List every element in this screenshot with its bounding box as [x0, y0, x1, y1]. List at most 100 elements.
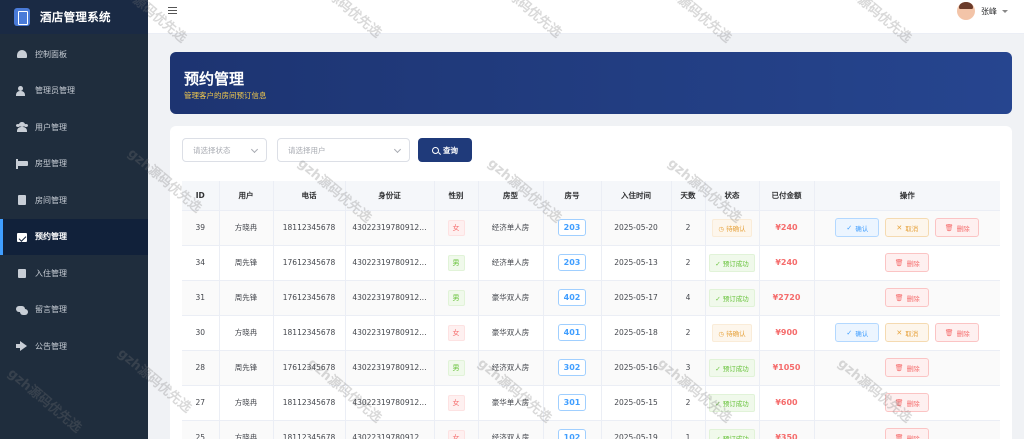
action-label: 删除 [956, 224, 970, 233]
chat-icon [16, 305, 28, 315]
hamburger-menu-icon[interactable] [168, 7, 177, 14]
check-icon: ✓ [715, 399, 723, 408]
cell-idcard: 43022319780912… [345, 350, 435, 386]
clock-icon: ◷ [718, 329, 727, 338]
confirm-button[interactable]: ✓ 确认 [835, 218, 880, 237]
cell-days: 1 [671, 420, 706, 439]
room-number-badge: 402 [557, 289, 587, 306]
cell-idcard: 43022319780912… [345, 315, 435, 351]
sidebar-item-label: 留言管理 [35, 305, 67, 315]
column-header: 身份证 [345, 181, 435, 211]
cancel-button[interactable]: ✕ 取消 [885, 218, 930, 237]
user-name: 张峰 [981, 6, 997, 16]
column-header: ID [182, 181, 220, 211]
cell-idcard: 43022319780912… [345, 280, 435, 316]
cell-checkin: 2025-05-20 [601, 210, 672, 246]
cell-room-no: 301 [543, 385, 602, 421]
delete-button[interactable]: 🗑 删除 [885, 253, 930, 272]
cell-room-type: 豪华单人房 [478, 385, 544, 421]
cell-actions: ✓ 确认 ✕ 取消 🗑 删除 [814, 315, 1000, 351]
delete-button[interactable]: 🗑 删除 [885, 358, 930, 377]
trash-icon: 🗑 [894, 293, 904, 302]
sidebar-item[interactable]: 预约管理 [0, 218, 148, 255]
action-buttons: 🗑 删除 [815, 358, 1001, 377]
sidebar-item[interactable]: 公告管理 [0, 328, 148, 365]
cell-status: ✓ 预订成功 [705, 245, 760, 281]
delete-button[interactable]: 🗑 删除 [885, 288, 930, 307]
table-body: 39 方晓冉 18112345678 43022319780912… 女经济单人房 203… [182, 210, 1000, 439]
user-select[interactable]: 请选择用户 [277, 138, 410, 162]
gender-tag: 女 [447, 394, 465, 411]
action-label: 删除 [906, 399, 920, 408]
column-header: 用户 [219, 181, 274, 211]
cell-id: 31 [182, 280, 220, 316]
sidebar-item[interactable]: 留言管理 [0, 292, 148, 329]
delete-button[interactable]: 🗑 删除 [935, 323, 980, 342]
cell-checkin: 2025-05-19 [601, 420, 672, 439]
gender-tag: 男 [447, 359, 465, 376]
cell-room-no: 401 [543, 315, 602, 351]
column-header: 已付金额 [759, 181, 815, 211]
delete-button[interactable]: 🗑 删除 [935, 218, 980, 237]
user-dropdown[interactable]: 张峰 [957, 0, 1008, 22]
sidebar-item-label: 房间管理 [35, 195, 67, 205]
sidebar-item[interactable]: 房间管理 [0, 182, 148, 219]
avatar[interactable] [957, 2, 975, 20]
delete-button[interactable]: 🗑 删除 [885, 393, 930, 412]
cell-phone: 18112345678 [273, 385, 346, 421]
cancel-button[interactable]: ✕ 取消 [885, 323, 930, 342]
status-badge: ✓ 预订成功 [709, 253, 755, 272]
reservations-card: 请选择状态 请选择用户 查询 ID 用户 电话 身份证 性别 房型 房号 入住时间 天数 状态 已付… [170, 126, 1012, 439]
cell-gender: 男 [434, 245, 479, 281]
bed-icon [16, 158, 28, 169]
bullhorn-icon [16, 341, 28, 351]
search-icon [432, 146, 439, 154]
app-title: 酒店管理系统 [40, 10, 111, 24]
cell-actions: 🗑 删除 [814, 420, 1000, 439]
cell-room-type: 豪华双人房 [478, 280, 544, 316]
action-buttons: 🗑 删除 [815, 393, 1001, 412]
confirm-button[interactable]: ✓ 确认 [835, 323, 880, 342]
sidebar-menu: 控制面板管理员管理用户管理房型管理房间管理预约管理 入住管理留言管理公告管理 [0, 36, 148, 365]
status-label: 待确认 [726, 329, 746, 338]
cell-phone: 17612345678 [273, 245, 346, 281]
cell-actions: 🗑 删除 [814, 245, 1000, 281]
door-icon [16, 195, 28, 206]
table-row: 25 方晓冉 18112345678 43022319780912… 女 经济双人房 102… [182, 420, 1000, 439]
check-icon: ✓ [715, 259, 723, 268]
cell-checkin: 2025-05-17 [601, 280, 672, 316]
status-label: 预订成功 [722, 259, 749, 268]
sidebar-item[interactable]: 用户管理 [0, 109, 148, 146]
search-button[interactable]: 查询 [418, 138, 472, 162]
status-select[interactable]: 请选择状态 [182, 138, 267, 162]
cell-gender: 女 [434, 420, 479, 439]
sidebar-item-label: 用户管理 [35, 122, 67, 132]
sidebar-item[interactable]: 控制面板 [0, 36, 148, 73]
action-buttons: ✓ 确认 ✕ 取消 🗑 删除 [815, 218, 1001, 237]
trash-icon: 🗑 [894, 433, 904, 439]
check-icon: ✓ [715, 434, 723, 439]
paid-amount: ¥2720 [772, 293, 801, 302]
action-label: 删除 [956, 329, 970, 338]
status-badge: ✓ 预订成功 [709, 393, 755, 412]
action-buttons: 🗑 删除 [815, 428, 1001, 439]
paid-amount: ¥600 [775, 398, 798, 407]
sidebar-item-label: 控制面板 [35, 49, 67, 59]
sidebar-item[interactable]: 入住管理 [0, 255, 148, 292]
delete-button[interactable]: 🗑 删除 [885, 428, 930, 439]
cell-user: 方晓冉 [219, 210, 274, 246]
cell-actions: 🗑 删除 [814, 385, 1001, 421]
cell-amount: ¥240 [759, 210, 815, 246]
cell-days: 4 [671, 280, 706, 316]
room-number-badge: 401 [557, 324, 587, 341]
status-label: 预订成功 [722, 364, 749, 373]
column-header: 操作 [814, 181, 1000, 211]
user-icon [16, 85, 28, 96]
sidebar-item[interactable]: 房型管理 [0, 146, 148, 183]
sidebar-item[interactable]: 管理员管理 [0, 73, 148, 110]
cell-room-type: 豪华双人房 [478, 315, 544, 351]
cell-amount: ¥350 [759, 420, 815, 439]
sidebar-item-label: 房型管理 [35, 159, 67, 169]
cell-gender: 女 [434, 210, 479, 246]
trash-icon: 🗑 [894, 398, 904, 407]
